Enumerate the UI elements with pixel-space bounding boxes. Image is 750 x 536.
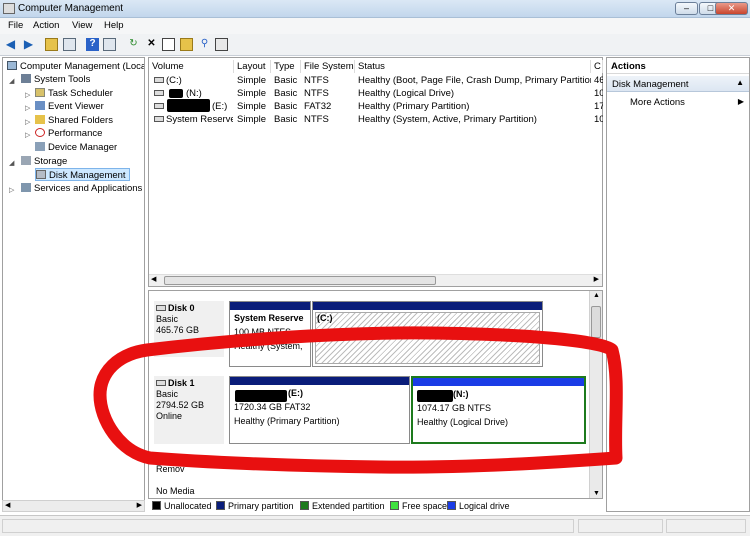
red-annotation-outline [93, 326, 623, 474]
